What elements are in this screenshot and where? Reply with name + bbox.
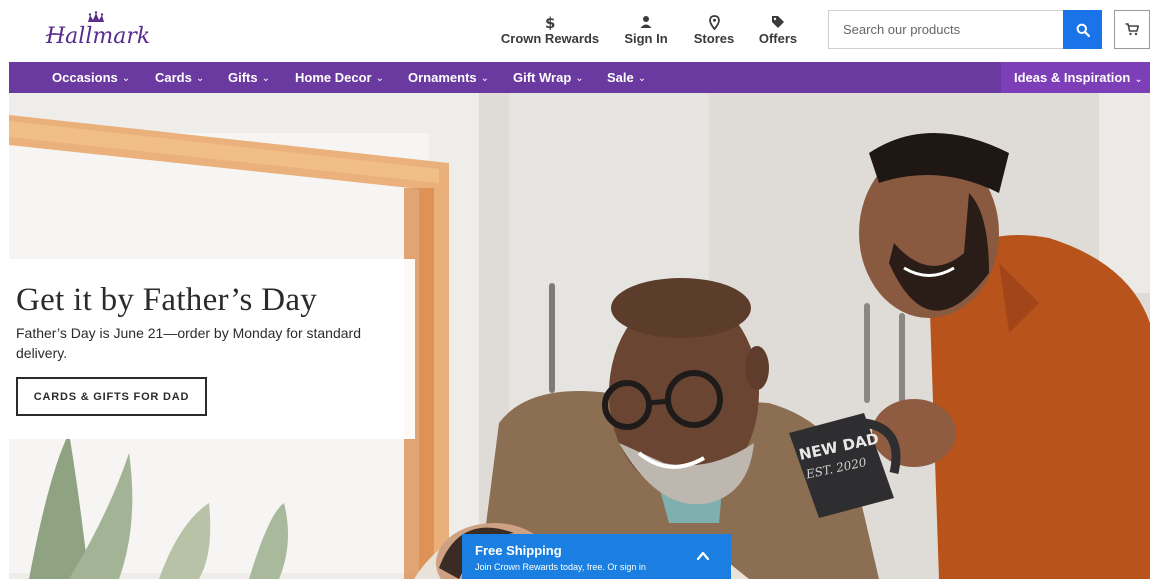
chevron-down-icon: ⌄	[121, 73, 131, 84]
nav-sale-label: Sale	[607, 70, 634, 85]
chevron-down-icon: ⌄	[261, 73, 271, 84]
cart-icon	[1125, 23, 1139, 36]
chevron-down-icon: ⌄	[375, 73, 384, 84]
chevron-down-icon: ⌄	[575, 73, 584, 84]
nav-sale[interactable]: Sale ⌄	[607, 62, 646, 93]
nav-gift-wrap[interactable]: Gift Wrap ⌄	[513, 62, 584, 93]
location-pin-icon	[690, 12, 738, 31]
offers-link[interactable]: Offers	[754, 12, 802, 46]
nav-home-decor[interactable]: Home Decor ⌄	[295, 62, 384, 93]
offers-label: Offers	[758, 31, 798, 46]
chevron-down-icon: ⌄	[1134, 74, 1143, 85]
nav-ornaments-label: Ornaments	[408, 70, 477, 85]
main-nav: Occasions ⌄ Cards ⌄ Gifts ⌄ Home Decor ⌄ Orn…	[9, 62, 1150, 93]
nav-cards[interactable]: Cards ⌄	[155, 62, 204, 93]
search-button[interactable]	[1063, 10, 1102, 49]
chevron-down-icon: ⌄	[195, 73, 205, 84]
cards-gifts-dad-button[interactable]: CARDS & GIFTS FOR DAD	[16, 377, 207, 416]
tag-icon	[754, 12, 802, 30]
free-shipping-title: Free Shipping	[475, 543, 562, 558]
nav-gifts[interactable]: Gifts ⌄	[228, 62, 270, 93]
chevron-down-icon: ⌄	[480, 73, 490, 84]
hero-description: Father’s Day is June 21—order by Monday …	[16, 325, 361, 361]
nav-gift-wrap-label: Gift Wrap	[513, 70, 572, 85]
cart-button[interactable]	[1114, 10, 1150, 49]
logo-wordmark: Hallmark	[45, 24, 150, 49]
nav-ideas-inspiration[interactable]: Ideas & Inspiration ⌄	[1001, 62, 1150, 93]
nav-cards-label: Cards	[155, 70, 192, 85]
stores-label: Stores	[693, 31, 735, 46]
crown-rewards-label: Crown Rewards	[500, 31, 600, 46]
search-input[interactable]	[828, 10, 1064, 49]
stores-link[interactable]: Stores	[690, 12, 738, 46]
nav-ideas-label: Ideas & Inspiration	[1014, 70, 1131, 85]
hero-title: Get it by Father’s Day	[16, 282, 318, 318]
hallmark-logo-mark: Hallmark	[45, 11, 150, 49]
dollar-icon: $	[498, 12, 602, 32]
svg-text:$: $	[545, 14, 555, 30]
nav-occasions-label: Occasions	[52, 70, 118, 85]
free-shipping-banner[interactable]: Free Shipping Join Crown Rewards today, …	[462, 534, 731, 579]
sign-in-label: Sign In	[624, 31, 668, 46]
crown-rewards-link[interactable]: $ Crown Rewards	[498, 12, 602, 46]
hallmark-logo[interactable]: Hallmark	[44, 10, 154, 52]
nav-gifts-label: Gifts	[228, 70, 258, 85]
site-header: Hallmark $ Crown Rewards Sign In Stores …	[0, 0, 1150, 62]
chevron-down-icon: ⌄	[637, 73, 647, 84]
nav-occasions[interactable]: Occasions ⌄	[52, 62, 130, 93]
sign-in-link[interactable]: Sign In	[620, 12, 672, 46]
chevron-up-icon[interactable]	[695, 548, 711, 564]
nav-ornaments[interactable]: Ornaments ⌄	[408, 62, 489, 93]
search-form	[828, 10, 1102, 49]
nav-home-decor-label: Home Decor	[295, 70, 372, 85]
search-icon	[1076, 23, 1090, 37]
free-shipping-subtitle: Join Crown Rewards today, free. Or sign …	[475, 562, 646, 572]
person-icon	[620, 12, 672, 30]
